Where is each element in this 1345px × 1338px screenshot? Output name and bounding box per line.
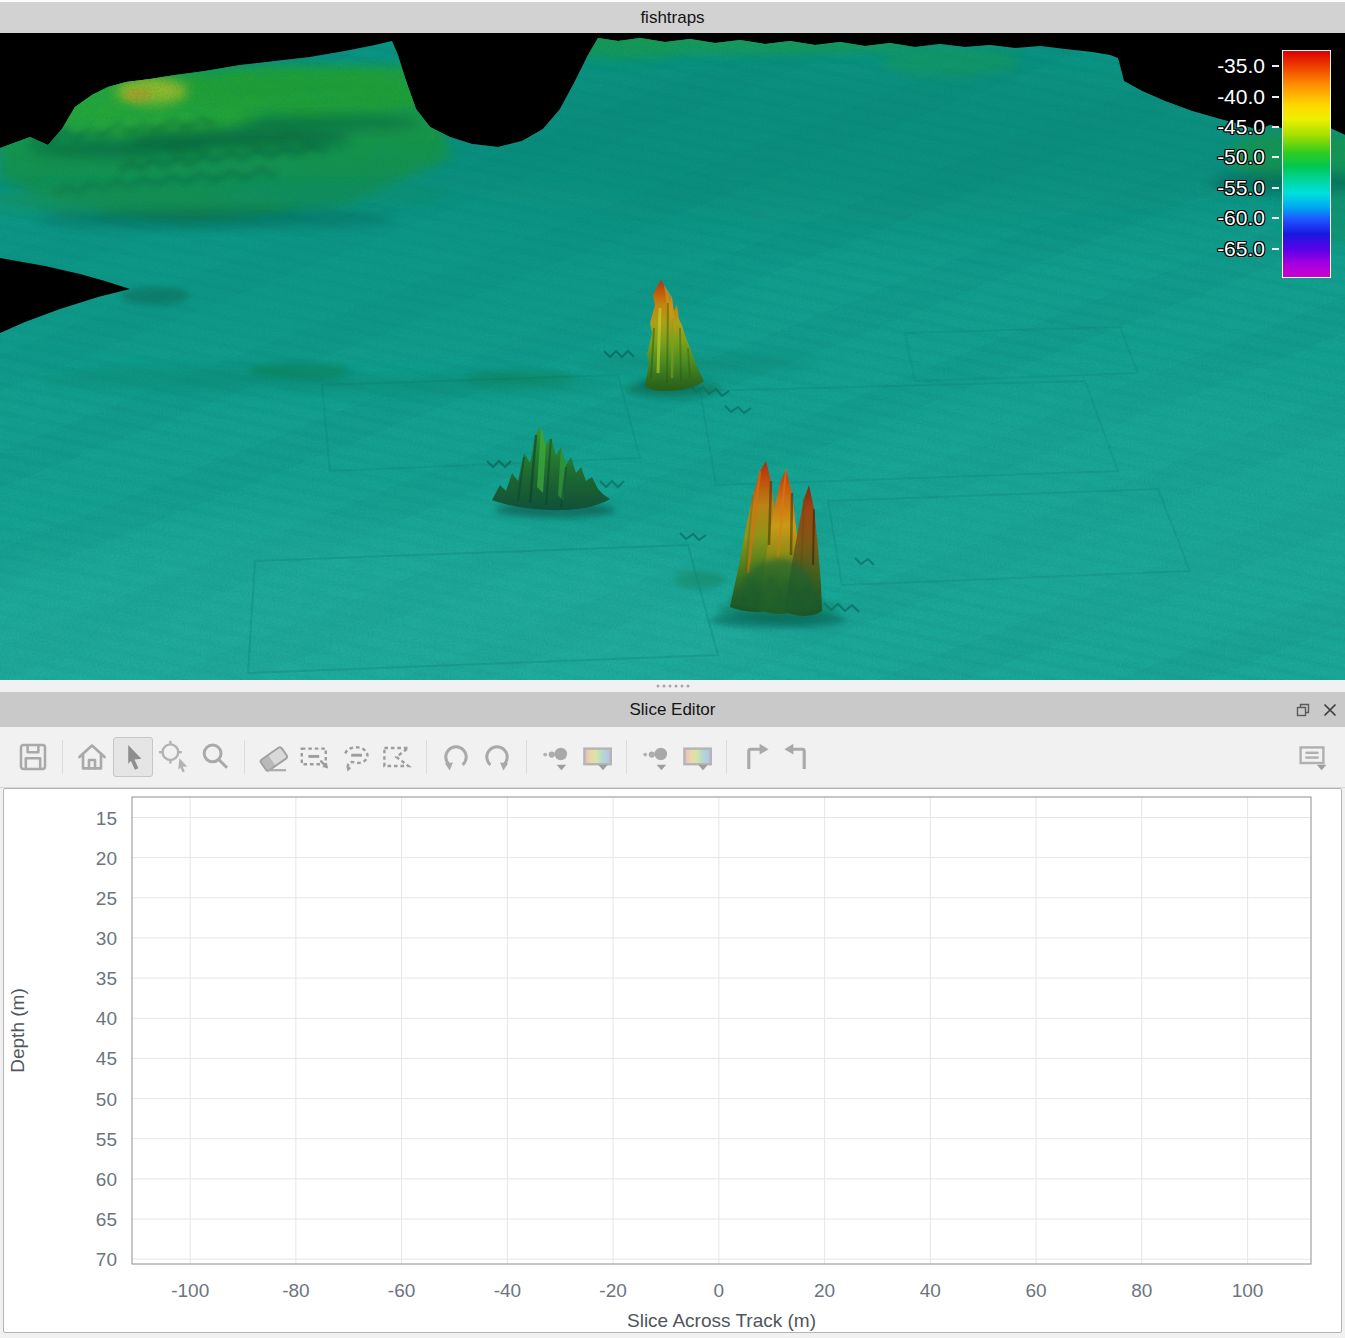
legend-label: -60.0 <box>1217 206 1265 230</box>
color-scale-legend: -35.0 -40.0 -45.0 -50.0 -55.0 -60.0 -65.0 <box>1217 50 1331 278</box>
legend-tick <box>1272 217 1279 219</box>
y-tick-label: 45 <box>96 1048 117 1069</box>
legend-label: -35.0 <box>1217 54 1265 78</box>
zoom-button[interactable] <box>195 737 235 777</box>
legend-row: -45.0 <box>1217 112 1282 142</box>
legend-row: -55.0 <box>1217 173 1282 203</box>
pointer-select-button[interactable] <box>113 737 153 777</box>
x-tick-label: 80 <box>1131 1280 1152 1301</box>
deselect-polygon-button[interactable] <box>377 737 417 777</box>
legend-row: -65.0 <box>1217 233 1282 263</box>
y-tick-label: 50 <box>96 1089 117 1110</box>
legend-label: -55.0 <box>1217 176 1265 200</box>
viewer-title: fishtraps <box>640 8 704 28</box>
y-tick-label: 15 <box>96 808 117 829</box>
legend-tick <box>1272 156 1279 158</box>
x-tick-label: 100 <box>1232 1280 1264 1301</box>
colormap-small-button[interactable] <box>577 737 617 777</box>
flag-return-button[interactable] <box>777 737 817 777</box>
legend-label: -65.0 <box>1217 237 1265 261</box>
y-tick-label: 70 <box>96 1249 117 1270</box>
point-size-large-button[interactable] <box>636 737 676 777</box>
y-tick-label: 30 <box>96 928 117 949</box>
viewer-title-bar[interactable]: fishtraps <box>0 0 1345 33</box>
erase-button[interactable] <box>254 737 294 777</box>
x-tick-label: -20 <box>599 1280 626 1301</box>
deselect-lasso-button[interactable] <box>336 737 376 777</box>
legend-row: -60.0 <box>1217 203 1282 233</box>
legend-tick <box>1272 96 1279 98</box>
legend-label: -50.0 <box>1217 145 1265 169</box>
undo-button[interactable] <box>436 737 476 777</box>
y-tick-label: 40 <box>96 1008 117 1029</box>
x-tick-label: 0 <box>714 1280 725 1301</box>
redo-button[interactable] <box>477 737 517 777</box>
legend-label: -45.0 <box>1217 115 1265 139</box>
y-tick-label: 35 <box>96 968 117 989</box>
bathymetry-3d-viewport[interactable]: -35.0 -40.0 -45.0 -50.0 -55.0 -60.0 -65.0 <box>0 33 1345 680</box>
flag-forward-button[interactable] <box>736 737 776 777</box>
x-tick-label: -100 <box>171 1280 209 1301</box>
bathymetry-3d-render <box>0 33 1345 680</box>
color-scale-bar <box>1282 50 1331 278</box>
legend-row: -35.0 <box>1217 51 1282 81</box>
slice-plot-panel: 15 20 25 30 35 40 45 50 55 60 65 70 -100 -80 -60 -40 -20… <box>3 788 1342 1333</box>
float-pane-button[interactable] <box>1294 701 1312 719</box>
legend-tick <box>1272 65 1279 67</box>
legend-row: -40.0 <box>1217 81 1282 111</box>
legend-tick <box>1272 187 1279 189</box>
save-button[interactable] <box>13 737 53 777</box>
legend-tick <box>1272 126 1279 128</box>
close-pane-button[interactable] <box>1321 701 1339 719</box>
y-tick-label: 20 <box>96 848 117 869</box>
y-tick-label: 55 <box>96 1129 117 1150</box>
plot-frame <box>132 797 1311 1264</box>
home-view-button[interactable] <box>72 737 112 777</box>
y-tick-label: 65 <box>96 1209 117 1230</box>
slice-plot[interactable]: 15 20 25 30 35 40 45 50 55 60 65 70 -100 -80 -60 -40 -20… <box>4 789 1341 1332</box>
deselect-rectangle-button[interactable] <box>295 737 335 777</box>
x-tick-label: 60 <box>1026 1280 1047 1301</box>
legend-label: -40.0 <box>1217 85 1265 109</box>
legend-tick <box>1272 248 1279 250</box>
x-tick-label: 40 <box>920 1280 941 1301</box>
x-axis-title: Slice Across Track (m) <box>627 1310 816 1331</box>
x-tick-label: -60 <box>388 1280 415 1301</box>
x-tick-label: -80 <box>282 1280 309 1301</box>
annotation-options-button[interactable] <box>1292 737 1332 777</box>
y-axis-title: Depth (m) <box>7 988 28 1072</box>
y-tick-label: 60 <box>96 1169 117 1190</box>
slice-editor-toolbar <box>0 727 1345 788</box>
x-tick-label: -40 <box>494 1280 521 1301</box>
colormap-large-button[interactable] <box>677 737 717 777</box>
x-tick-label: 20 <box>814 1280 835 1301</box>
pane-splitter[interactable] <box>0 680 1345 692</box>
data-gap-shadow <box>121 287 189 305</box>
point-size-small-button[interactable] <box>536 737 576 777</box>
slice-editor-header[interactable]: Slice Editor <box>0 692 1345 727</box>
zoom-window-button[interactable] <box>154 737 194 777</box>
legend-row: -50.0 <box>1217 142 1282 172</box>
slice-editor-title: Slice Editor <box>0 692 1345 727</box>
y-tick-label: 25 <box>96 888 117 909</box>
